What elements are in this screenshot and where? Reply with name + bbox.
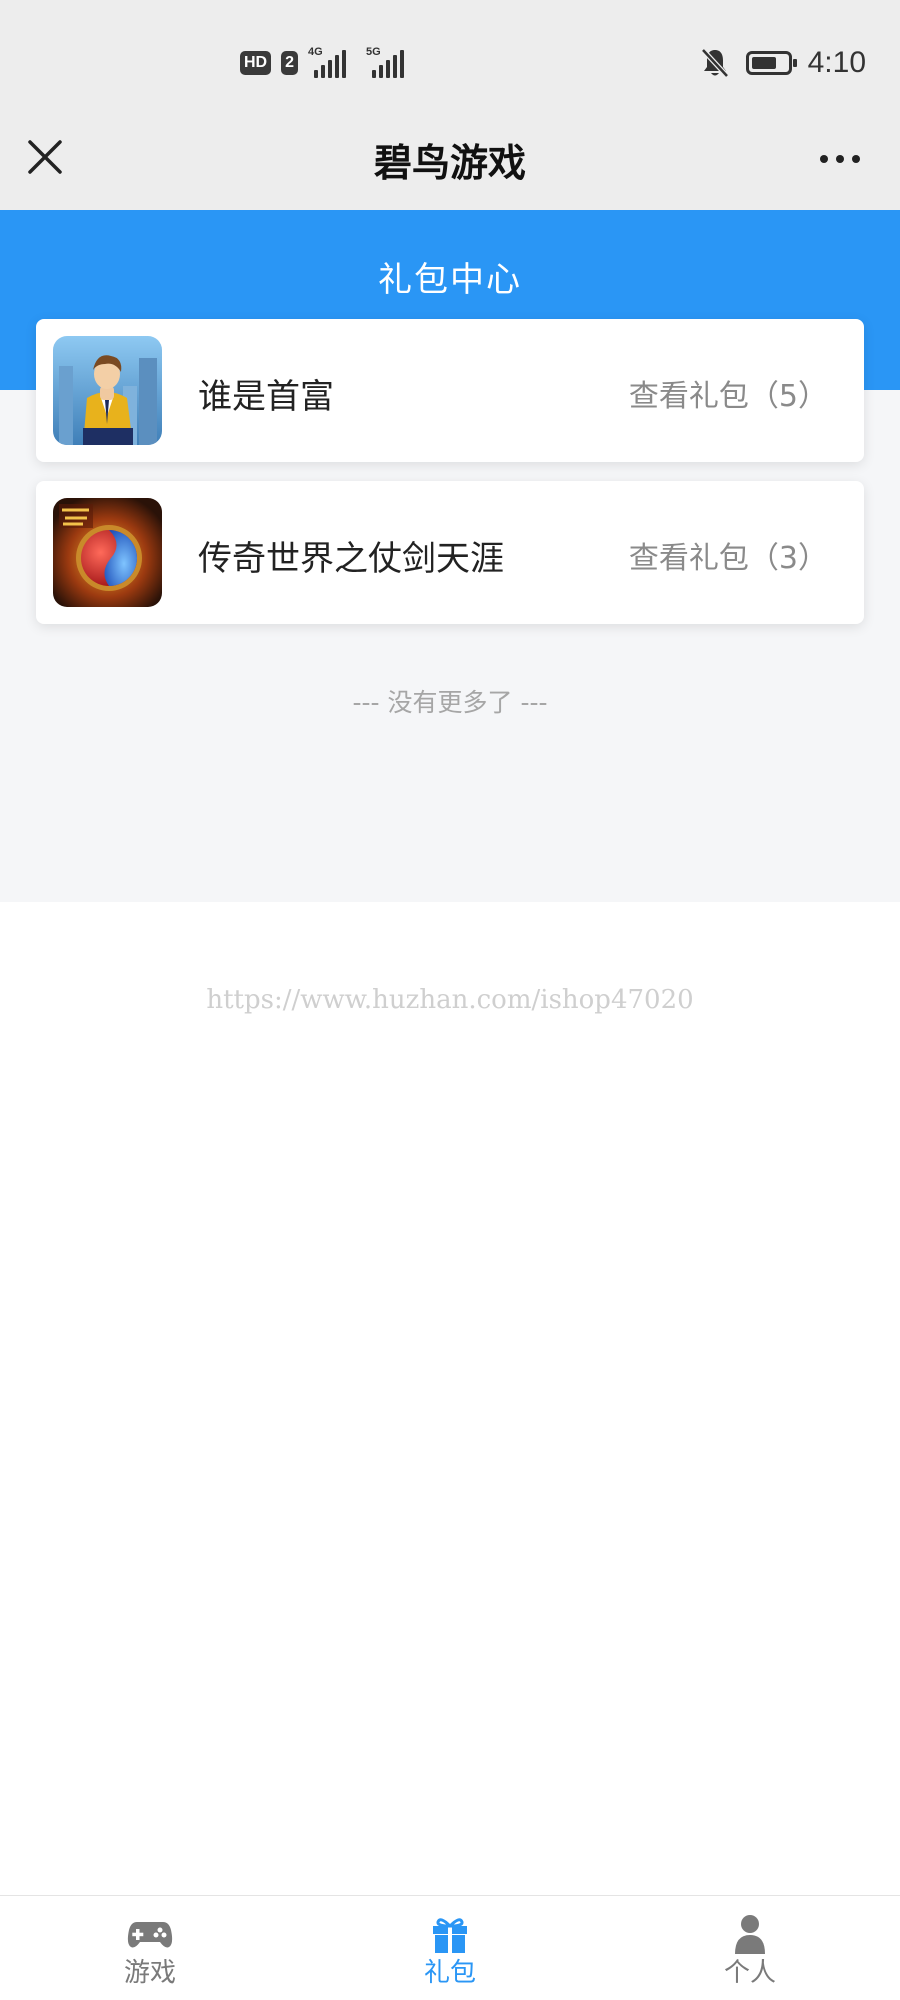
battery-icon	[745, 51, 797, 75]
businessman-game-icon	[53, 336, 162, 445]
gamepad-icon	[127, 1922, 173, 1948]
bell-muted-icon	[700, 48, 729, 78]
watermark-text: https://www.huzhan.com/ishop47020	[206, 985, 694, 1015]
signal-icon: 5G	[366, 46, 405, 78]
nav-tab-games[interactable]: 游戏	[50, 1896, 250, 2000]
screen: HD 2 4G 5G 4:10 碧鸟游戏 礼包中心 谁是首富 查看礼包（5） 传…	[0, 0, 900, 2000]
header-title: 礼包中心	[378, 260, 522, 300]
game-name: 传奇世界之仗剑天涯	[198, 539, 504, 579]
title-bar: 碧鸟游戏	[0, 112, 900, 210]
clock: 4:10	[807, 46, 866, 79]
nav-tab-me[interactable]: 个人	[650, 1896, 850, 2000]
game-name: 谁是首富	[198, 377, 334, 417]
view-gift-link[interactable]: 查看礼包（5）	[629, 371, 828, 415]
signal-icon: 4G	[308, 46, 347, 78]
nav-label: 游戏	[123, 1958, 176, 1988]
gift-icon	[433, 1918, 467, 1953]
sim-badge: 2	[281, 51, 299, 75]
end-of-list-text: --- 没有更多了 ---	[352, 688, 548, 717]
nav-tab-gifts[interactable]: 礼包	[350, 1896, 550, 2000]
page-title: 碧鸟游戏	[373, 141, 526, 185]
legend-orb-game-icon	[53, 498, 162, 607]
hd-badge: HD	[240, 51, 272, 75]
network-type-label: 5G	[366, 46, 381, 58]
network-type-label: 4G	[308, 46, 323, 58]
content-area	[0, 390, 900, 902]
more-icon-dot	[852, 155, 860, 163]
game-card[interactable]: 谁是首富 查看礼包（5）	[36, 319, 864, 462]
view-gift-link[interactable]: 查看礼包（3）	[629, 533, 828, 577]
status-bar: HD 2 4G 5G 4:10	[0, 0, 900, 112]
game-card[interactable]: 传奇世界之仗剑天涯 查看礼包（3）	[36, 481, 864, 624]
nav-label: 个人	[723, 1958, 776, 1988]
more-button[interactable]	[810, 134, 870, 184]
more-icon-dot	[820, 155, 828, 163]
bottom-nav: 游戏 礼包 个人	[0, 1895, 900, 2000]
more-icon-dot	[836, 155, 844, 163]
status-left: HD 2 4G 5G	[240, 46, 405, 78]
status-right: 4:10	[700, 46, 866, 80]
nav-label: 礼包	[423, 1958, 476, 1988]
person-icon	[735, 1915, 765, 1954]
